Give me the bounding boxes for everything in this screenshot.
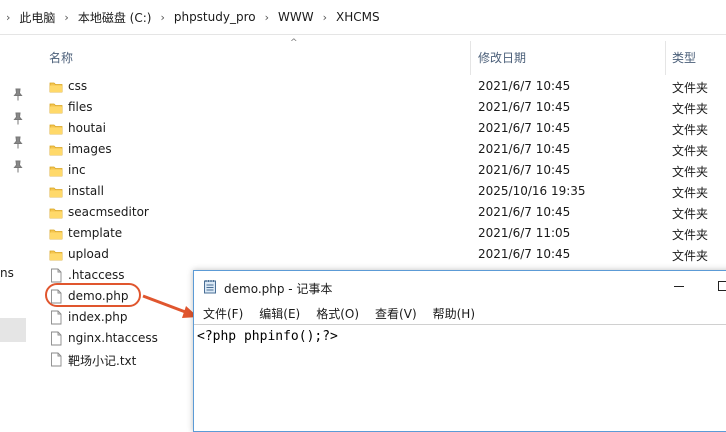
column-header-name[interactable]: 名称: [49, 49, 73, 66]
file-name: 靶场小记.txt: [68, 352, 136, 369]
text-editor[interactable]: <?php phpinfo();?>: [194, 324, 726, 431]
breadcrumb-item[interactable]: 此电脑: [17, 9, 57, 26]
file-row[interactable]: inc 2021/6/7 10:45 文件夹: [38, 160, 726, 181]
highlight-circle: [45, 283, 141, 307]
pin-icon[interactable]: [11, 160, 25, 174]
file-row[interactable]: seacmseditor 2021/6/7 10:45 文件夹: [38, 202, 726, 223]
file-icon: [49, 352, 63, 367]
folder-icon: [49, 226, 63, 241]
menu-help[interactable]: 帮助(H): [424, 302, 482, 324]
file-date: 2021/6/7 10:45: [478, 142, 570, 156]
menu-view[interactable]: 查看(V): [366, 302, 424, 324]
file-date: 2025/10/16 19:35: [478, 184, 586, 198]
nav-item-selected[interactable]: [0, 318, 26, 342]
column-divider[interactable]: [470, 41, 471, 75]
minimize-icon[interactable]: [672, 279, 686, 293]
file-row[interactable]: images 2021/6/7 10:45 文件夹: [38, 139, 726, 160]
folder-icon: [49, 100, 63, 115]
file-name: houtai: [68, 121, 106, 135]
file-icon: [49, 331, 63, 346]
file-row[interactable]: template 2021/6/7 11:05 文件夹: [38, 223, 726, 244]
file-date: 2021/6/7 10:45: [478, 121, 570, 135]
file-icon: [49, 310, 63, 325]
column-divider[interactable]: [665, 41, 666, 75]
file-row[interactable]: install 2025/10/16 19:35 文件夹: [38, 181, 726, 202]
file-date: 2021/6/7 10:45: [478, 100, 570, 114]
file-date: 2021/6/7 10:45: [478, 247, 570, 261]
folder-icon: [49, 163, 63, 178]
file-name: nginx.htaccess: [68, 331, 158, 345]
menu-file[interactable]: 文件(F): [194, 302, 250, 324]
sort-ascending-icon: ^: [290, 38, 298, 48]
chevron-right-icon[interactable]: ›: [57, 11, 75, 24]
breadcrumb-item[interactable]: phpstudy_pro: [172, 10, 258, 24]
column-header-date[interactable]: 修改日期: [478, 49, 526, 66]
file-row[interactable]: files 2021/6/7 10:45 文件夹: [38, 97, 726, 118]
file-name: inc: [68, 163, 86, 177]
file-date: 2021/6/7 10:45: [478, 79, 570, 93]
file-name: install: [68, 184, 104, 198]
file-row[interactable]: css 2021/6/7 10:45 文件夹: [38, 76, 726, 97]
file-name: template: [68, 226, 122, 240]
pin-icon[interactable]: [11, 136, 25, 150]
file-type: 文件夹: [672, 163, 708, 180]
chevron-right-icon[interactable]: ›: [316, 11, 334, 24]
file-row[interactable]: upload 2021/6/7 10:45 文件夹: [38, 244, 726, 265]
navigation-pane: ns: [0, 35, 38, 418]
folder-icon: [49, 247, 63, 262]
folder-icon: [49, 184, 63, 199]
pin-icon[interactable]: [11, 88, 25, 102]
nav-item-label[interactable]: ns: [0, 266, 14, 280]
file-date: 2021/6/7 11:05: [478, 226, 570, 240]
file-icon: [49, 268, 63, 283]
file-type: 文件夹: [672, 205, 708, 222]
file-name: css: [68, 79, 87, 93]
chevron-right-icon[interactable]: ›: [153, 11, 171, 24]
file-name: .htaccess: [68, 268, 125, 282]
pin-icon[interactable]: [11, 112, 25, 126]
notepad-icon: [203, 279, 217, 294]
chevron-right-icon[interactable]: ›: [258, 11, 276, 24]
file-type: 文件夹: [672, 247, 708, 264]
file-date: 2021/6/7 10:45: [478, 205, 570, 219]
chevron-right-icon[interactable]: ›: [0, 11, 17, 24]
breadcrumb: › 此电脑 › 本地磁盘 (C:) › phpstudy_pro › WWW ›…: [0, 0, 726, 35]
folder-icon: [49, 205, 63, 220]
breadcrumb-item[interactable]: XHCMS: [334, 10, 382, 24]
file-type: 文件夹: [672, 79, 708, 96]
file-name: files: [68, 100, 93, 114]
editor-content: <?php phpinfo();?>: [197, 329, 338, 344]
file-date: 2021/6/7 10:45: [478, 163, 570, 177]
file-type: 文件夹: [672, 142, 708, 159]
file-type: 文件夹: [672, 184, 708, 201]
folder-icon: [49, 121, 63, 136]
notepad-titlebar[interactable]: demo.php - 记事本: [194, 271, 726, 301]
file-row[interactable]: houtai 2021/6/7 10:45 文件夹: [38, 118, 726, 139]
file-type: 文件夹: [672, 100, 708, 117]
menu-edit[interactable]: 编辑(E): [250, 302, 307, 324]
column-header-row: ^ 名称 修改日期 类型: [38, 35, 726, 76]
window-title: demo.php - 记事本: [224, 280, 332, 297]
breadcrumb-item[interactable]: 本地磁盘 (C:): [76, 9, 154, 26]
folder-icon: [49, 142, 63, 157]
file-name: images: [68, 142, 112, 156]
file-type: 文件夹: [672, 226, 708, 243]
file-name: index.php: [68, 310, 127, 324]
column-header-type[interactable]: 类型: [672, 49, 696, 66]
file-name: seacmseditor: [68, 205, 149, 219]
maximize-icon[interactable]: [716, 279, 726, 293]
file-name: upload: [68, 247, 109, 261]
folder-icon: [49, 79, 63, 94]
menu-format[interactable]: 格式(O): [307, 302, 366, 324]
breadcrumb-item[interactable]: WWW: [276, 10, 316, 24]
notepad-window: demo.php - 记事本 文件(F) 编辑(E) 格式(O) 查看(V) 帮…: [193, 270, 726, 432]
file-type: 文件夹: [672, 121, 708, 138]
menu-bar: 文件(F) 编辑(E) 格式(O) 查看(V) 帮助(H): [194, 302, 726, 324]
